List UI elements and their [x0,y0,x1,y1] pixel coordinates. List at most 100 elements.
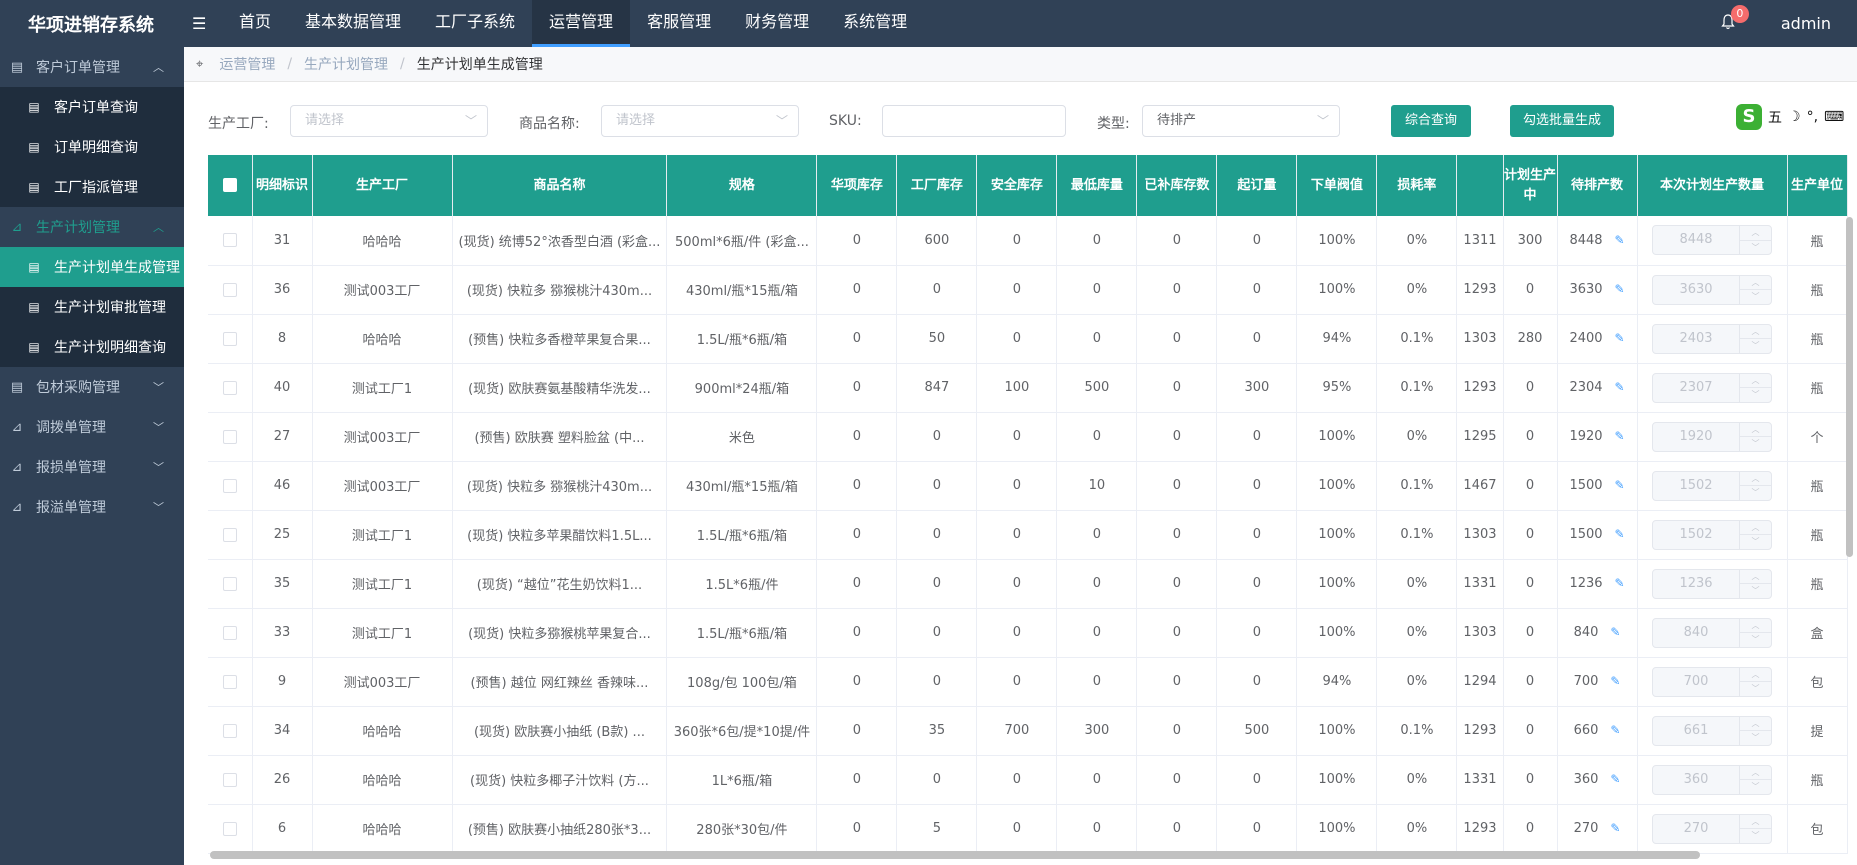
table-row[interactable]: 36 测试003工厂 (现货) 快粒多 猕猴桃汁430m... 430ml/瓶*15瓶… [208,265,1848,315]
stepper-up-icon[interactable]: ︿ [1740,423,1772,437]
stepper-up-icon[interactable]: ︿ [1740,276,1772,290]
stepper-up-icon[interactable]: ︿ [1740,374,1772,388]
topnav-operations[interactable]: 运营管理 [532,0,631,47]
query-button[interactable]: 综合查询 [1391,105,1471,137]
sku-input[interactable] [882,105,1066,137]
plan-qty-value[interactable]: 1236 [1653,570,1739,598]
row-checkbox[interactable] [222,527,237,542]
edit-icon[interactable]: ✎ [1615,478,1625,492]
column-header[interactable]: 起订量 [1216,155,1298,216]
row-checkbox[interactable] [222,772,237,787]
keyboard-icon[interactable]: ⌨ [1824,109,1844,125]
stepper-up-icon[interactable]: ︿ [1740,570,1772,584]
sidebar-item-customer-order-query[interactable]: ▤ 客户订单查询 [0,87,184,127]
stepper-up-icon[interactable]: ︿ [1740,766,1772,780]
column-header[interactable]: 工厂库存 [896,155,978,216]
horizontal-scrollbar[interactable] [210,851,1700,859]
column-header[interactable]: 计划生产中 [1503,155,1558,216]
edit-icon[interactable]: ✎ [1610,821,1620,835]
notification-bell-icon[interactable]: 0 [1721,4,1749,34]
type-select[interactable]: 待排产 ﹀ [1142,105,1340,137]
plan-qty-value[interactable]: 360 [1653,766,1739,794]
row-checkbox[interactable] [222,674,237,689]
plan-qty-value[interactable]: 270 [1653,815,1739,843]
column-header[interactable]: 华项库存 [816,155,898,216]
column-header[interactable]: 商品名称 [452,155,668,216]
stepper-down-icon[interactable]: ﹀ [1740,437,1771,451]
stepper-down-icon[interactable]: ﹀ [1740,731,1771,745]
plan-qty-stepper[interactable]: 661 ︿ ﹀ [1652,715,1773,746]
sidebar-group-customer-orders[interactable]: ▤ 客户订单管理 ︿ [0,47,184,87]
stepper-up-icon[interactable]: ︿ [1740,226,1772,241]
table-row[interactable]: 31 哈哈哈 (现货) 统博52°浓香型白酒 (彩盒... 500ml*6瓶/件 (彩… [208,216,1848,266]
table-row[interactable]: 8 哈哈哈 (预售) 快粒多香橙苹果复合果... 1.5L/瓶*6瓶/箱 0 50 0 0 0 0… [208,314,1848,364]
table-row[interactable]: 40 测试工厂1 (现货) 欧肤赛氨基酸精华洗发... 900ml*24瓶/箱 0 847… [208,363,1848,413]
plan-qty-stepper[interactable]: 1502 ︿ ﹀ [1652,519,1773,550]
topnav-customer-service[interactable]: 客服管理 [630,0,728,47]
edit-icon[interactable]: ✎ [1615,233,1625,247]
table-row[interactable]: 26 哈哈哈 (现货) 快粒多椰子汁饮料 (方... 1L*6瓶/箱 0 0 0 0 0 0 100… [208,755,1848,805]
user-menu[interactable]: admin [1781,14,1831,33]
stepper-up-icon[interactable]: ︿ [1740,619,1772,633]
row-checkbox[interactable] [222,331,237,346]
plan-qty-stepper[interactable]: 360 ︿ ﹀ [1652,764,1773,795]
plan-qty-stepper[interactable]: 2307 ︿ ﹀ [1652,372,1773,403]
select-all-checkbox[interactable] [222,178,237,192]
row-checkbox[interactable] [222,723,237,738]
stepper-up-icon[interactable]: ︿ [1740,815,1772,829]
plan-qty-value[interactable]: 2307 [1653,374,1739,402]
plan-qty-value[interactable]: 840 [1653,619,1739,647]
column-header[interactable]: 生产单位 [1787,155,1848,216]
table-row[interactable]: 6 哈哈哈 (预售) 欧肤赛小抽纸280张*3... 280张*30包/件 0 5 0 0 0 0… [208,804,1848,854]
column-header[interactable]: 待排产数 [1557,155,1638,216]
vertical-scrollbar[interactable] [1846,217,1853,557]
sidebar-item-plan-detail[interactable]: ▤ 生产计划明细查询 [0,327,184,367]
edit-icon[interactable]: ✎ [1615,576,1625,590]
table-row[interactable]: 46 测试003工厂 (现货) 快粒多 猕猴桃汁430m... 430ml/瓶*15瓶… [208,461,1848,511]
plan-qty-value[interactable]: 8448 [1653,226,1739,254]
stepper-down-icon[interactable]: ﹀ [1740,486,1771,500]
plan-qty-stepper[interactable]: 8448 ︿ ﹀ [1652,225,1773,256]
stepper-down-icon[interactable]: ﹀ [1740,290,1771,304]
column-header[interactable]: 最低库量 [1056,155,1138,216]
stepper-down-icon[interactable]: ﹀ [1740,584,1771,598]
stepper-down-icon[interactable]: ﹀ [1740,633,1771,647]
column-header[interactable]: 明细标识 [252,155,313,216]
column-header[interactable] [1456,155,1504,216]
sidebar-group-transfer[interactable]: ⊿ 调拨单管理 ﹀ [0,407,184,447]
sogou-ime-icon[interactable]: S [1736,104,1762,130]
edit-icon[interactable]: ✎ [1610,772,1620,786]
sidebar-item-plan-approval[interactable]: ▤ 生产计划审批管理 [0,287,184,327]
topnav-factory[interactable]: 工厂子系统 [418,0,532,47]
plan-qty-stepper[interactable]: 1920 ︿ ﹀ [1652,421,1773,452]
edit-icon[interactable]: ✎ [1615,282,1625,296]
row-checkbox[interactable] [222,429,237,444]
plan-qty-value[interactable]: 2403 [1653,325,1739,353]
stepper-down-icon[interactable]: ﹀ [1740,682,1771,696]
stepper-down-icon[interactable]: ﹀ [1740,339,1771,353]
plan-qty-stepper[interactable]: 840 ︿ ﹀ [1652,617,1773,648]
sidebar-group-packaging-purchase[interactable]: ▤ 包材采购管理 ﹀ [0,367,184,407]
sidebar-item-plan-generate[interactable]: ▤ 生产计划单生成管理 [0,247,184,287]
column-header[interactable]: 已补库存数 [1136,155,1218,216]
plan-qty-value[interactable]: 1920 [1653,423,1739,451]
column-header[interactable]: 安全库存 [976,155,1058,216]
factory-select[interactable]: 请选择 ﹀ [290,105,488,137]
table-row[interactable]: 34 哈哈哈 (现货) 欧肤赛小抽纸 (B款) ... 360张*6包/提*10提/件… [208,706,1848,756]
column-header[interactable]: 本次计划生产数量 [1637,155,1788,216]
edit-icon[interactable]: ✎ [1615,380,1625,394]
row-checkbox[interactable] [222,478,237,493]
plan-qty-value[interactable]: 1502 [1653,521,1739,549]
product-select[interactable]: 请选择 ﹀ [601,105,799,137]
stepper-down-icon[interactable]: ﹀ [1740,388,1771,402]
topnav-finance[interactable]: 财务管理 [728,0,826,47]
plan-qty-stepper[interactable]: 2403 ︿ ﹀ [1652,323,1773,354]
stepper-up-icon[interactable]: ︿ [1740,472,1772,486]
stepper-up-icon[interactable]: ︿ [1740,325,1772,339]
plan-qty-stepper[interactable]: 700 ︿ ﹀ [1652,666,1773,697]
column-header[interactable]: 下单阀值 [1296,155,1378,216]
edit-icon[interactable]: ✎ [1615,429,1625,443]
sidebar-group-loss-report[interactable]: ⊿ 报损单管理 ﹀ [0,447,184,487]
sidebar-group-production-plan[interactable]: ⊿ 生产计划管理 ︿ [0,207,184,247]
topnav-home[interactable]: 首页 [222,0,288,47]
